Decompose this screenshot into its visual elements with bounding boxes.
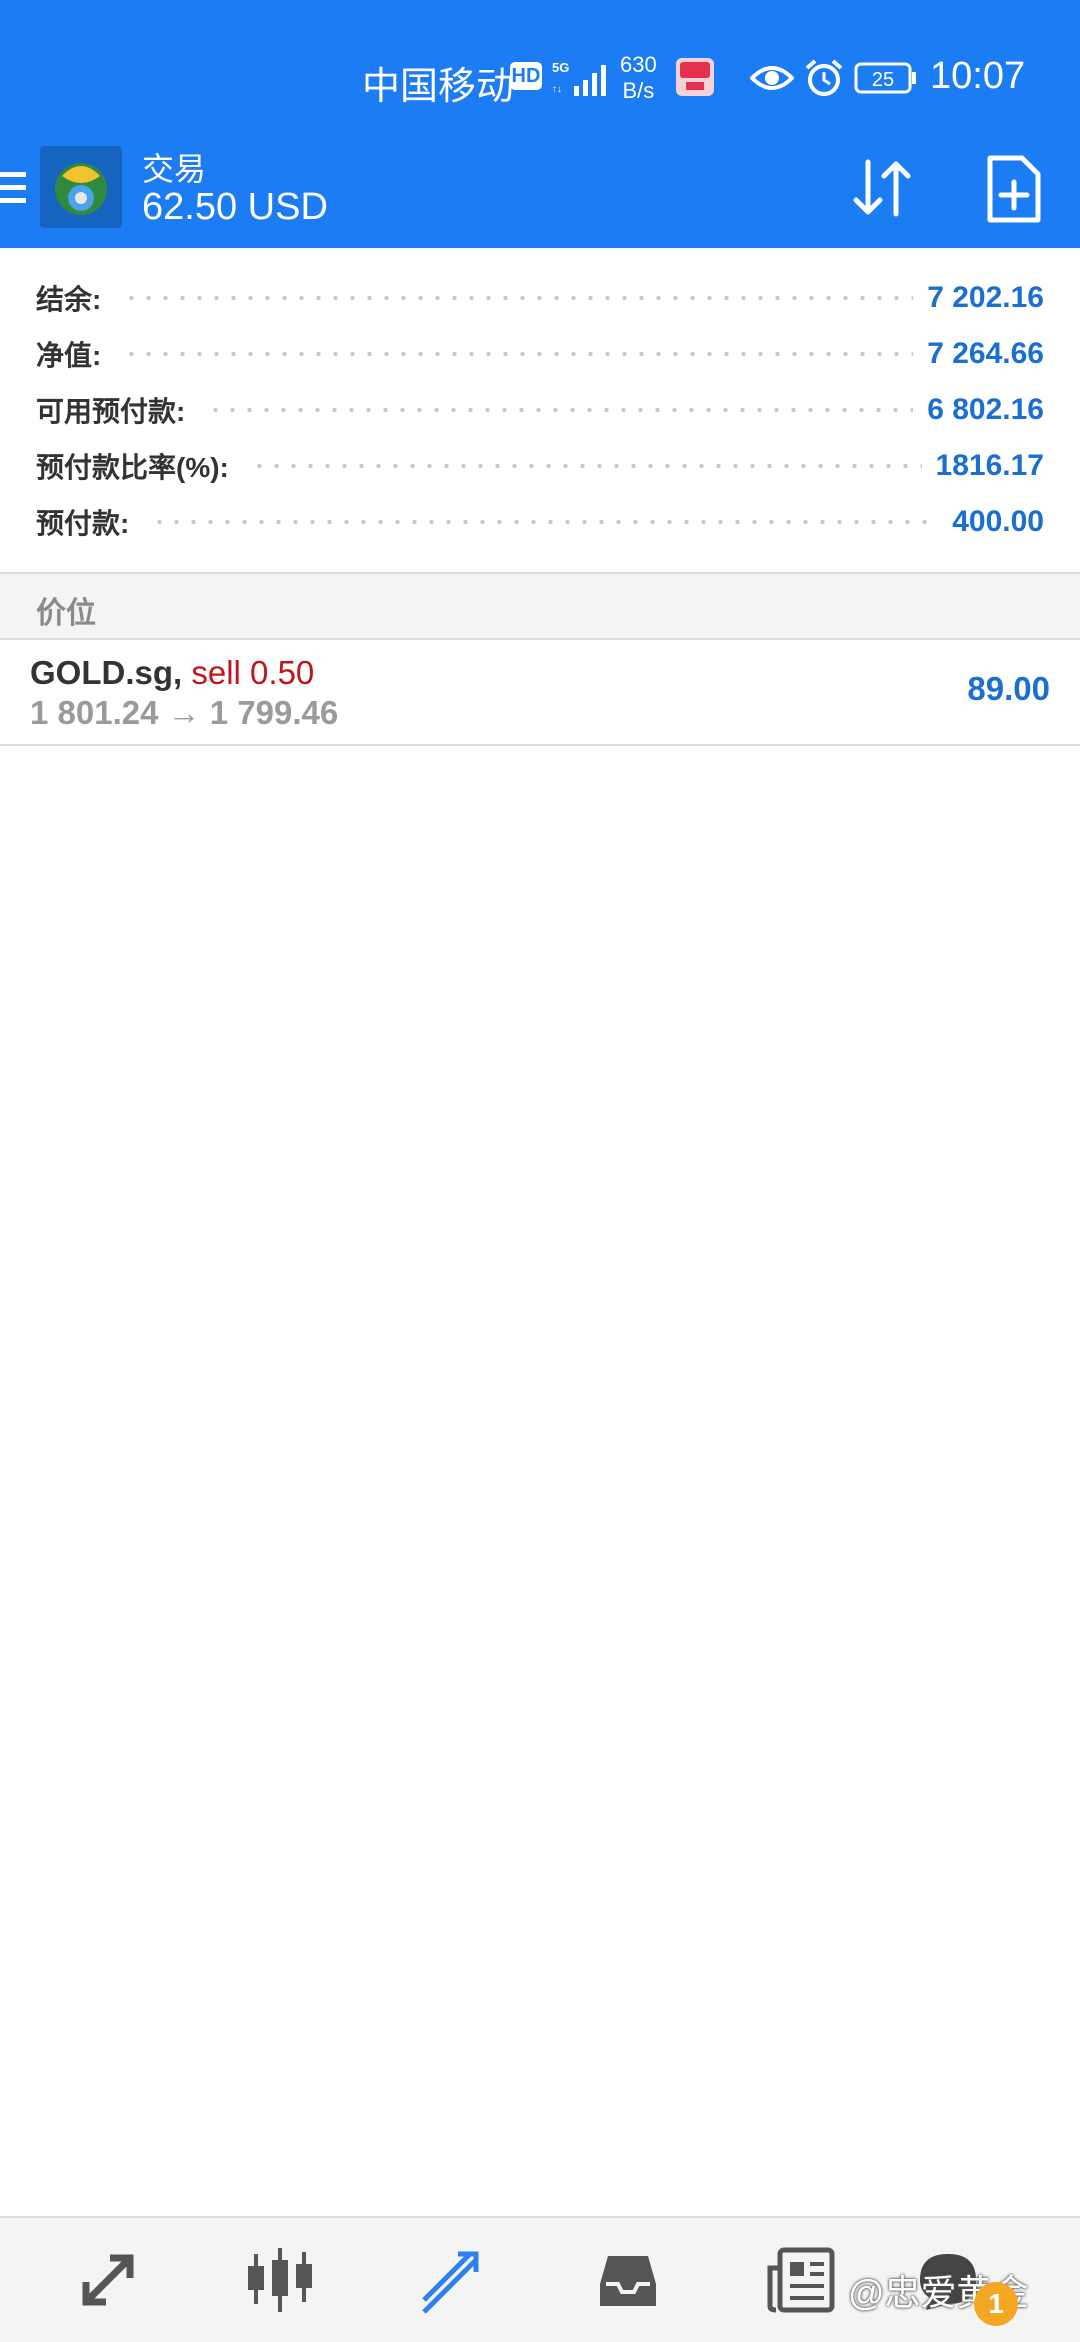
account-summary: 结余: 7 202.16 净值: 7 264.66 可用预付款: 6 802.1… (0, 248, 1080, 572)
summary-row-equity: 净值: 7 264.66 (36, 326, 1044, 382)
summary-label: 预付款比率(%): (36, 452, 229, 483)
position-symbol: GOLD.sg, (30, 654, 183, 691)
chart-icon[interactable] (244, 2244, 316, 2316)
alarm-icon (805, 59, 843, 96)
battery-icon: 25 (854, 62, 916, 94)
summary-value: 7 202.16 (927, 281, 1044, 314)
position-action: sell 0.50 (191, 654, 315, 691)
summary-label: 净值: (36, 340, 102, 371)
summary-row-balance: 结余: 7 202.16 (36, 270, 1044, 326)
network-speed-value: 630 (620, 52, 657, 77)
eye-icon (750, 66, 794, 90)
svg-text:↑↓: ↑↓ (552, 84, 562, 95)
battery-level: 25 (872, 69, 894, 91)
dot-leader (123, 296, 914, 300)
summary-label: 结余: (36, 284, 102, 315)
app-bar: 交易 62.50 USD (0, 140, 1080, 248)
network-speed-unit: B/s (622, 78, 655, 103)
section-header: 价位 (0, 574, 1080, 638)
carrier-name: 中国移动 (362, 66, 515, 108)
notification-app-icon (676, 58, 714, 96)
summary-row-free-margin: 可用预付款: 6 802.16 (36, 382, 1044, 438)
sort-icon[interactable] (848, 154, 916, 222)
summary-label: 预付款: (36, 508, 130, 539)
dot-leader (250, 464, 922, 468)
notification-badge: 1 (974, 2282, 1018, 2326)
summary-value: 1816.17 (935, 449, 1044, 482)
hd-icon: HD (510, 62, 542, 90)
network-speed: 630 B/s (620, 52, 657, 104)
history-icon[interactable] (592, 2244, 664, 2316)
news-icon[interactable] (766, 2244, 838, 2316)
summary-value: 7 264.66 (927, 337, 1044, 370)
divider (0, 744, 1080, 746)
position-header: GOLD.sg, sell 0.50 (30, 654, 314, 692)
bottom-nav: @忠爱黄金 1 (0, 2216, 1080, 2342)
network-type-label: 5G (552, 60, 569, 75)
signal-icon: 5G ↑↓ (552, 60, 606, 96)
summary-label: 可用预付款: (36, 396, 186, 427)
summary-value: 6 802.16 (927, 393, 1044, 426)
trade-icon[interactable] (418, 2244, 490, 2316)
dot-leader (151, 520, 939, 524)
status-bar: 中国移动 HD 5G ↑↓ 630 B/s 25 10:07 (0, 0, 1080, 140)
dot-leader (123, 352, 914, 356)
account-logo-icon[interactable] (40, 146, 122, 228)
clock: 10:07 (930, 55, 1026, 97)
summary-row-margin-level: 预付款比率(%): 1816.17 (36, 438, 1044, 494)
summary-value: 400.00 (952, 505, 1044, 538)
dot-leader (207, 408, 914, 412)
account-balance: 62.50 USD (142, 186, 328, 228)
quotes-icon[interactable] (72, 2244, 144, 2316)
page-title: 交易 (142, 151, 207, 187)
section-header-label: 价位 (36, 597, 96, 630)
position-item[interactable]: GOLD.sg, sell 0.50 1 801.24 → 1 799.46 8… (0, 640, 1080, 744)
summary-row-margin: 预付款: 400.00 (36, 494, 1044, 550)
new-order-icon[interactable] (986, 154, 1042, 224)
menu-icon[interactable] (0, 166, 28, 210)
position-prices: 1 801.24 → 1 799.46 (30, 694, 339, 731)
position-profit: 89.00 (967, 670, 1050, 707)
